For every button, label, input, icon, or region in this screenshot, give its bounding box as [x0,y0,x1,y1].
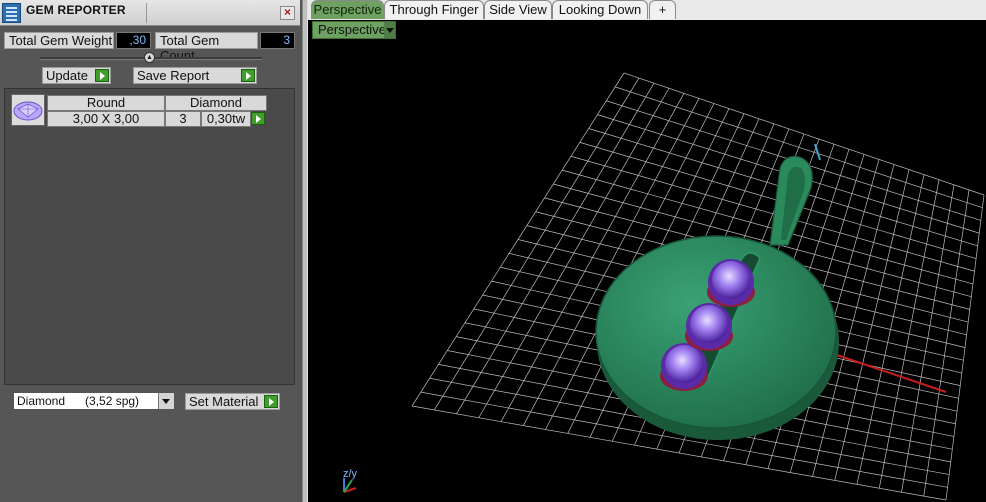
gem-weight-cell: 0,30tw [201,111,251,127]
update-button[interactable]: Update [42,67,111,84]
panel-titlebar[interactable]: GEM REPORTER × [0,0,300,26]
title-separator [146,3,147,23]
tab-through-finger[interactable]: Through Finger [384,0,484,19]
view-mode-select[interactable]: Perspective [312,21,396,39]
update-button-label: Update [46,68,88,83]
set-material-button[interactable]: Set Material [185,393,280,410]
total-gem-weight-value: ,30 [116,32,151,49]
gem-count-cell: 3 [165,111,201,127]
grid-line [923,189,970,497]
save-report-button[interactable]: Save Report [133,67,257,84]
gem-shape-header: Round [47,95,165,111]
gem-size-cell: 3,00 X 3,00 [47,111,165,127]
play-arrow-icon [264,395,278,408]
gem-reporter-icon [2,3,21,23]
splitter-handle-icon[interactable]: ▲ [144,52,155,63]
gem-list: Round Diamond 3,00 X 3,00 3 0,30tw [4,88,295,385]
tab-perspective[interactable]: Perspective [311,0,384,19]
tab-side-view[interactable]: Side View [484,0,552,19]
play-arrow-icon[interactable] [251,112,265,125]
close-icon[interactable]: × [280,6,295,20]
panel-title: GEM REPORTER [26,3,126,17]
gem-reporter-panel: GEM REPORTER × Total Gem Weight ,30 Tota… [0,0,302,502]
axis-indicator-label: z/y [343,468,358,480]
x-axis [827,351,947,393]
play-arrow-icon [241,69,255,82]
material-select-value: Diamond (3,52 spg) [17,394,140,408]
view-tabbar: Perspective Through Finger Side View Loo… [308,0,986,21]
viewport-scene [343,72,985,501]
add-tab-icon[interactable]: + [649,0,676,19]
chevron-down-icon[interactable] [158,393,174,409]
grid-line [856,174,925,485]
view-mode-value: Perspective [318,22,386,37]
material-select[interactable]: Diamond (3,52 spg) [13,392,175,410]
total-gem-count-label: Total Gem Count [155,32,258,63]
set-material-label: Set Material [189,394,259,409]
total-gem-weight-label: Total Gem Weight [4,32,114,49]
total-gem-count-value: 3 [260,32,295,49]
gem-type-header: Diamond [165,95,267,111]
grid-line [945,194,985,501]
chevron-down-icon[interactable] [384,22,395,38]
y-axis [814,143,821,161]
play-arrow-icon [95,69,109,82]
axis-indicator-icon [343,478,357,493]
3d-viewport[interactable] [308,40,986,502]
round-gem-icon[interactable] [11,94,45,126]
tab-looking-down[interactable]: Looking Down [552,0,648,19]
view-toolbar: Perspective [308,20,986,40]
grid-line [878,179,940,489]
save-report-label: Save Report [137,68,210,83]
